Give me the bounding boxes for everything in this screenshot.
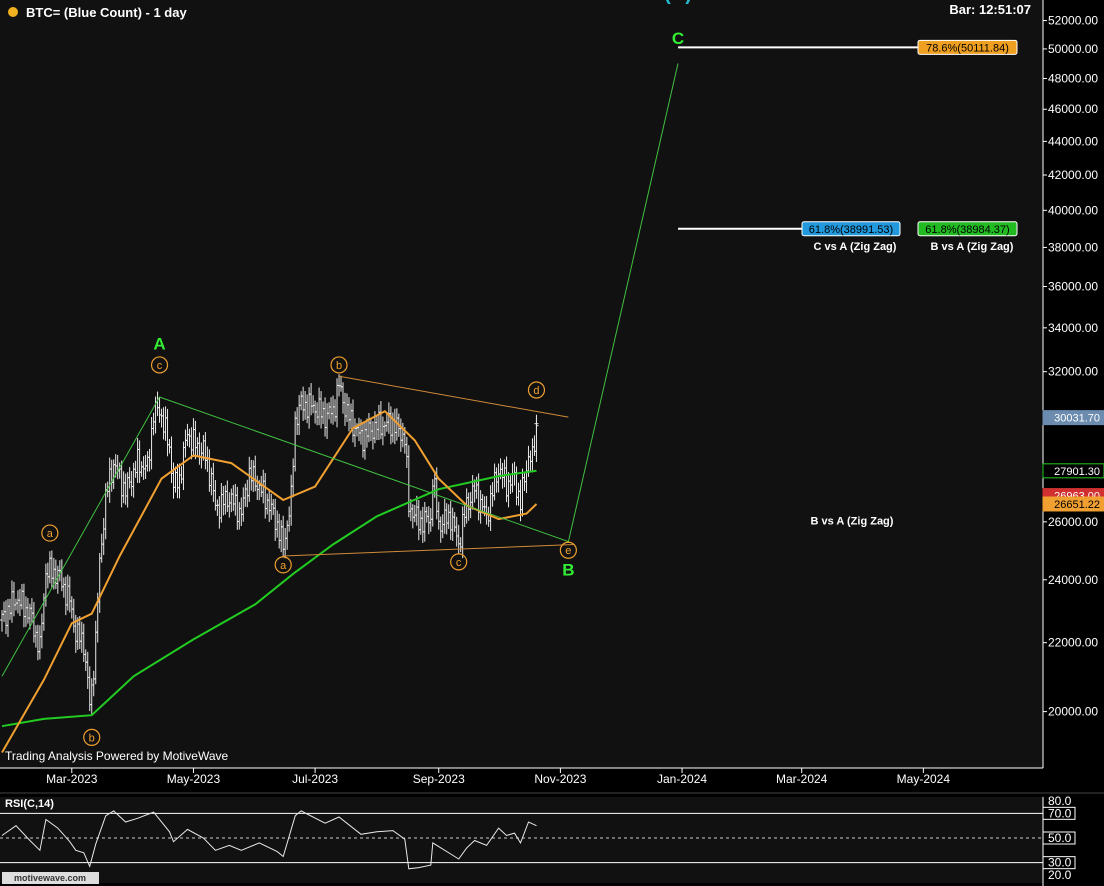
- x-tick-label: May-2024: [897, 772, 951, 786]
- svg-text:c: c: [456, 557, 462, 569]
- wave-label: C: [672, 29, 684, 48]
- svg-text:d: d: [533, 385, 539, 397]
- y-tick-label: 46000.00: [1048, 102, 1098, 116]
- price-chart[interactable]: 78.6%(50111.84) 61.8%(38991.53) 61.8%(3898…: [0, 0, 1104, 886]
- x-tick-label: Jul-2023: [292, 772, 338, 786]
- svg-text:c: c: [157, 360, 163, 372]
- fib-caption: C vs A (Zig Zag): [814, 241, 897, 253]
- bar-time: Bar: 12:51:07: [949, 2, 1031, 17]
- svg-text:61.8%(38991.53): 61.8%(38991.53): [809, 224, 893, 236]
- x-tick-label: Sep-2023: [413, 772, 465, 786]
- rsi-tick-label: 50.0: [1048, 831, 1072, 845]
- y-tick-label: 40000.00: [1048, 203, 1098, 217]
- svg-text:b: b: [89, 732, 95, 744]
- svg-text:a: a: [47, 528, 54, 540]
- price-tag: 27901.30: [1042, 463, 1104, 479]
- y-tick-label: 42000.00: [1048, 168, 1098, 182]
- svg-text:b: b: [336, 360, 342, 372]
- rsi-tick-label: 70.0: [1048, 806, 1072, 820]
- y-tick-label: 34000.00: [1048, 321, 1098, 335]
- svg-text:e: e: [565, 545, 571, 557]
- fib-level-tag[interactable]: 61.8%(38984.37): [917, 221, 1018, 237]
- x-tick-label: Jan-2024: [657, 772, 707, 786]
- wave-label: (B): [664, 0, 692, 5]
- main-plot-area: [0, 0, 1043, 768]
- x-tick-label: Nov-2023: [534, 772, 586, 786]
- wave-label: A: [153, 334, 165, 353]
- rsi-tick-label: 20.0: [1048, 868, 1072, 882]
- svg-text:27901.30: 27901.30: [1054, 466, 1100, 478]
- price-tag: 30031.70: [1042, 410, 1104, 426]
- svg-text:78.6%(50111.84): 78.6%(50111.84): [926, 42, 1009, 54]
- y-tick-label: 44000.00: [1048, 134, 1098, 148]
- wave-label: B: [562, 560, 574, 579]
- fib-level-tag[interactable]: 78.6%(50111.84): [917, 39, 1018, 55]
- y-tick-label: 48000.00: [1048, 71, 1098, 85]
- x-tick-label: May-2023: [167, 772, 221, 786]
- y-tick-label: 26000.00: [1048, 515, 1098, 529]
- y-tick-label: 50000.00: [1048, 42, 1098, 56]
- y-tick-label: 52000.00: [1048, 14, 1098, 28]
- fib-level-tag[interactable]: 61.8%(38991.53): [801, 221, 901, 237]
- rsi-label: RSI(C,14): [5, 798, 54, 810]
- x-tick-label: Mar-2023: [46, 772, 98, 786]
- y-tick-label: 22000.00: [1048, 636, 1098, 650]
- footer-logo: motivewave.com: [14, 873, 86, 883]
- y-tick-label: 20000.00: [1048, 705, 1098, 719]
- svg-text:a: a: [280, 560, 287, 572]
- svg-text:61.8%(38984.37): 61.8%(38984.37): [925, 224, 1009, 236]
- svg-text:30031.70: 30031.70: [1054, 413, 1100, 425]
- watermark-text: Trading Analysis Powered by MotiveWave: [5, 749, 229, 763]
- symbol-status-dot-icon: [8, 7, 18, 17]
- fib-caption: B vs A (Zig Zag): [931, 241, 1014, 253]
- chart-title: BTC= (Blue Count) - 1 day: [26, 5, 187, 20]
- floating-caption: B vs A (Zig Zag): [811, 515, 894, 527]
- y-tick-label: 36000.00: [1048, 280, 1098, 294]
- y-tick-label: 24000.00: [1048, 573, 1098, 587]
- svg-text:26651.22: 26651.22: [1054, 499, 1100, 511]
- y-tick-label: 38000.00: [1048, 240, 1098, 254]
- y-tick-label: 32000.00: [1048, 365, 1098, 379]
- price-tag: 26651.22: [1042, 496, 1104, 512]
- x-tick-label: Mar-2024: [776, 772, 828, 786]
